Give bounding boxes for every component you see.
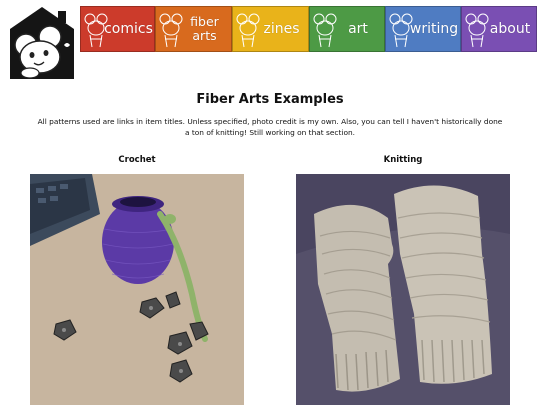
knitting-photo	[296, 174, 510, 405]
site-logo[interactable]	[6, 5, 78, 79]
nav-label: comics	[104, 21, 153, 37]
nav-tab-art[interactable]: art	[309, 6, 385, 52]
page-title: Fiber Arts Examples	[196, 92, 344, 107]
crochet-photo	[30, 174, 244, 405]
section-title-knitting[interactable]: Knitting	[343, 155, 463, 165]
nav-label: zines	[263, 21, 300, 37]
mouse-house-logo-icon	[10, 7, 74, 79]
main-nav: comics fiber arts zines art writing abou…	[80, 6, 537, 52]
nav-tab-about[interactable]: about	[461, 6, 537, 52]
nav-tab-comics[interactable]: comics	[80, 6, 155, 52]
nav-label: fiber arts	[190, 14, 219, 43]
intro-text: All patterns used are links in item titl…	[37, 117, 503, 137]
nav-tab-writing[interactable]: writing	[385, 6, 461, 52]
knitted-mitts-image	[296, 174, 510, 405]
section-title-crochet[interactable]: Crochet	[77, 155, 197, 165]
crochet-dice-bag-image	[30, 174, 244, 405]
nav-label: writing	[409, 21, 459, 37]
nav-label: art	[348, 21, 368, 37]
nav-tab-fiber-arts[interactable]: fiber arts	[155, 6, 232, 52]
nav-tab-zines[interactable]: zines	[232, 6, 309, 52]
nav-label: about	[489, 21, 531, 37]
